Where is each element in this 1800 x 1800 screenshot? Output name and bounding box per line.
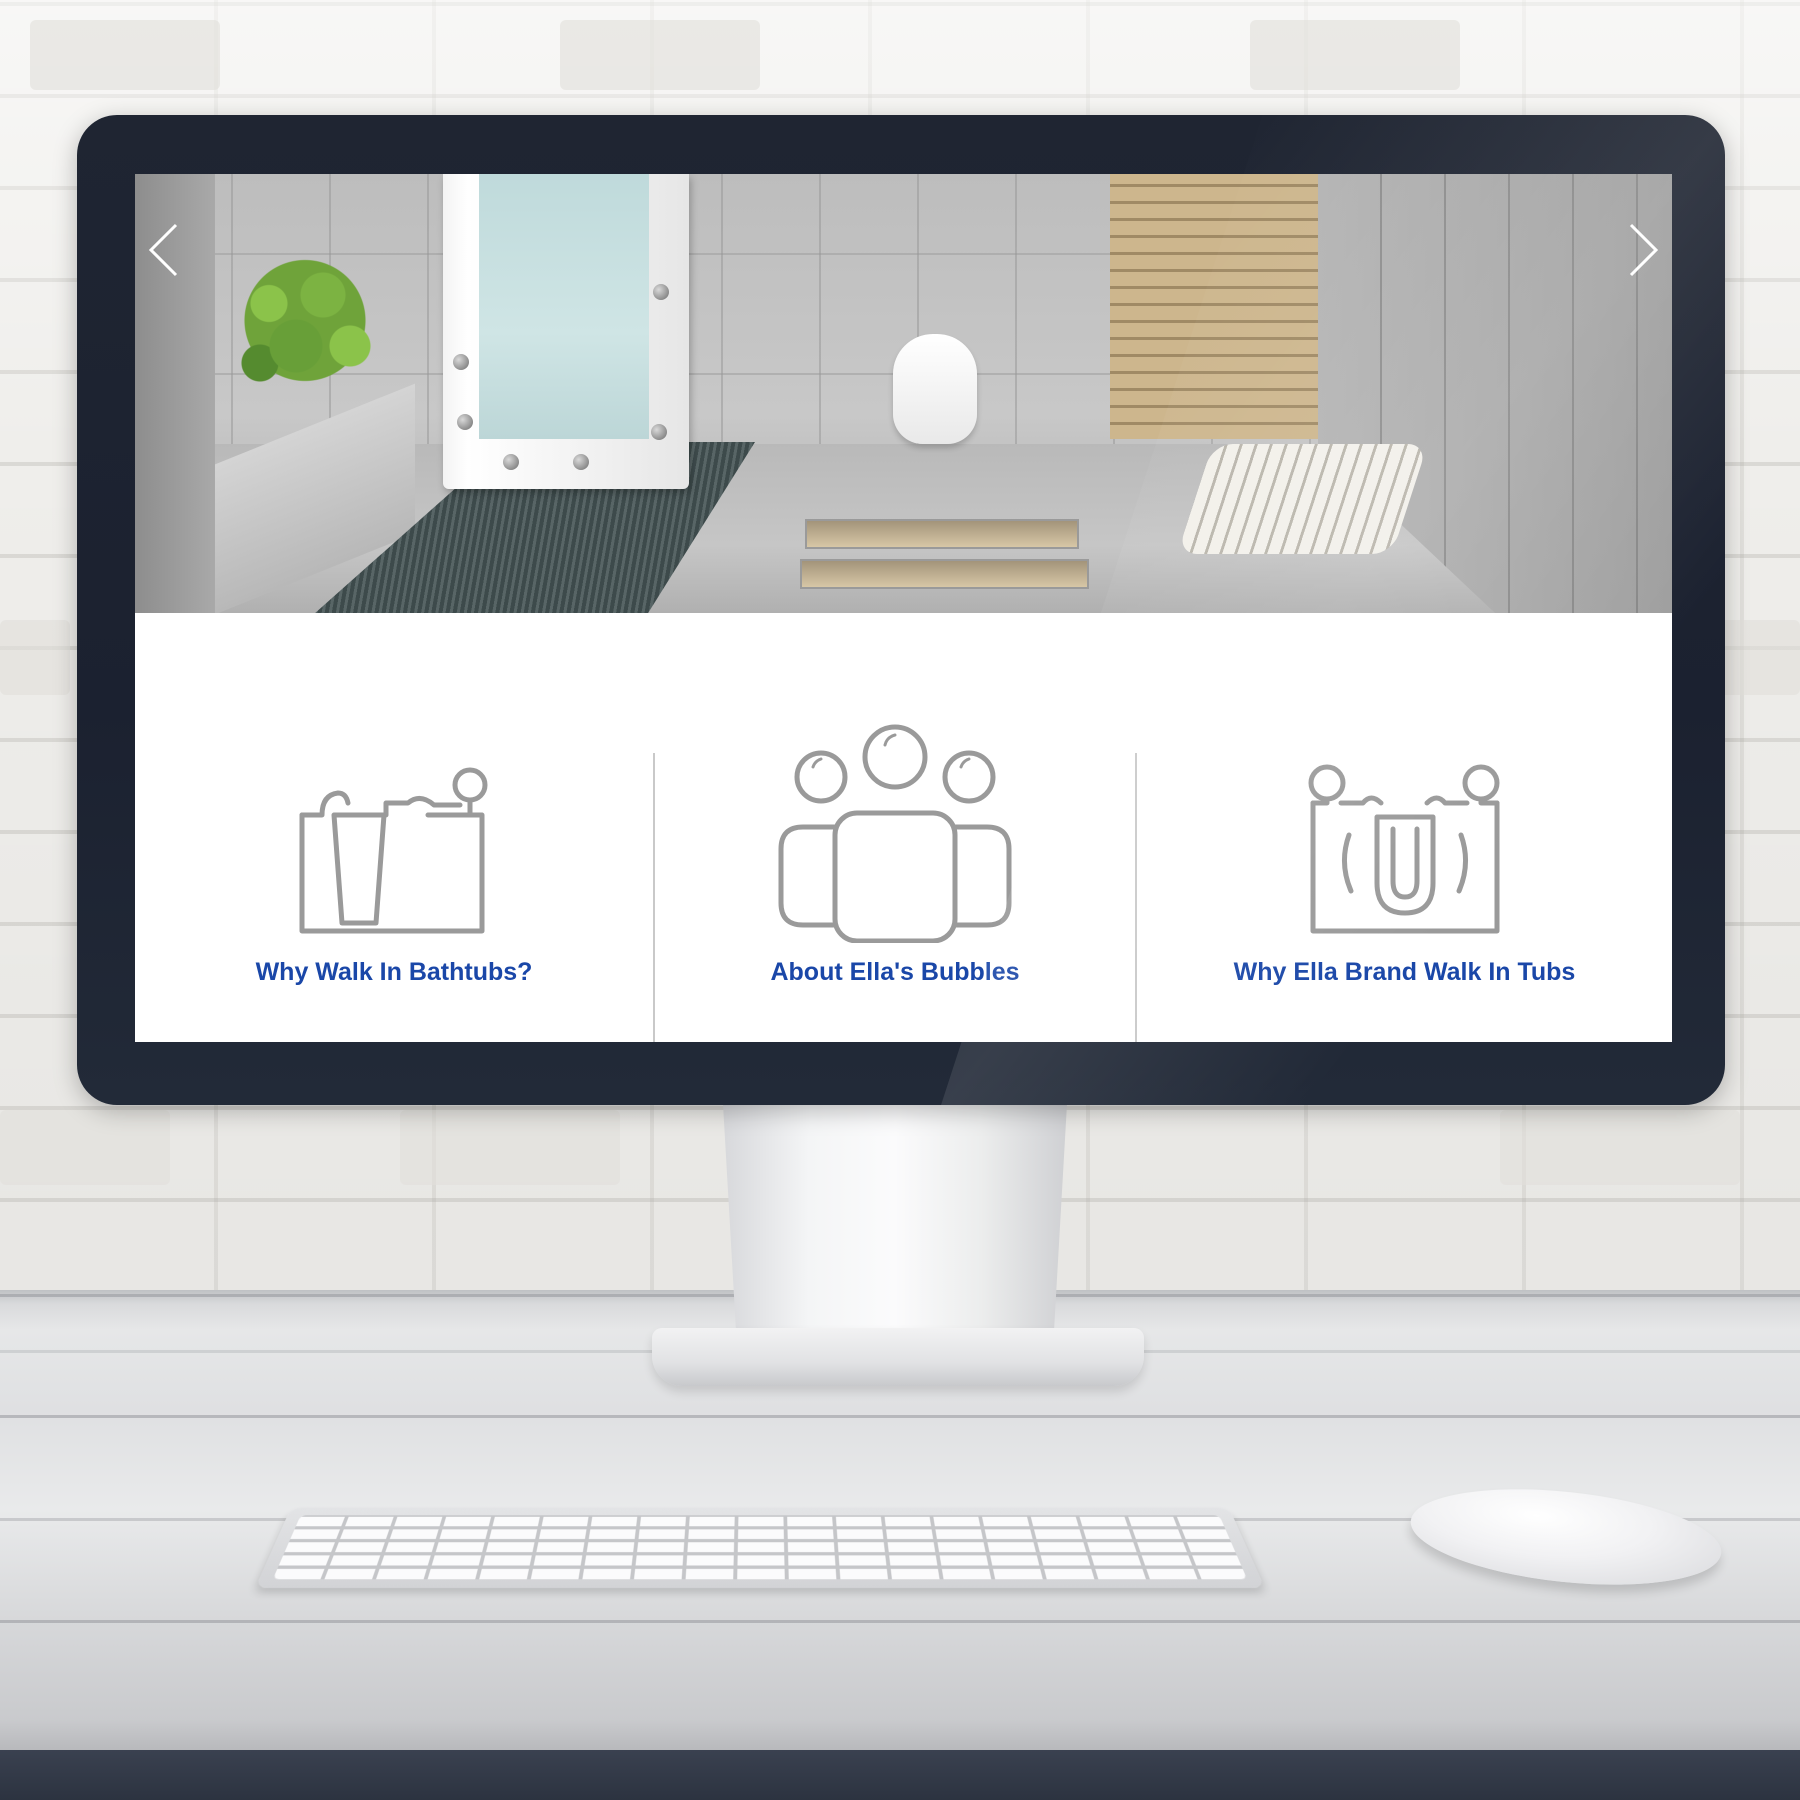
walk-in-tub-image [443,174,689,489]
keyboard [255,1507,1265,1588]
monitor-stand-neck [723,1104,1067,1344]
toilet-image [893,334,977,444]
feature-why-walk-in-bathtubs: Why Walk In Bathtubs? [135,613,653,1042]
features-section: Why Walk In Bathtubs? About Ella's Bubbl… [135,613,1672,1042]
chevron-left-icon [148,223,178,277]
slider-next-button[interactable] [1624,220,1664,280]
monitor: Why Walk In Bathtubs? About Ella's Bubbl… [77,115,1725,1105]
feature-about-ellas-bubbles: About Ella's Bubbles [655,613,1135,1042]
hero-slider [135,174,1672,613]
monitor-stand-base [652,1328,1144,1386]
website-screen: Why Walk In Bathtubs? About Ella's Bubbl… [135,174,1672,1042]
slider-prev-button[interactable] [143,220,183,280]
chevron-right-icon [1629,223,1659,277]
bubbles-group-icon [778,724,1012,943]
walk-in-bathtub-icon [299,767,488,934]
scene: Why Walk In Bathtubs? About Ella's Bubbl… [0,0,1800,1800]
why-ella-brand-walk-in-tubs-link[interactable]: Why Ella Brand Walk In Tubs [1137,958,1672,987]
plant-image [215,244,395,414]
why-walk-in-bathtubs-link[interactable]: Why Walk In Bathtubs? [135,958,653,987]
wood-panel [1110,174,1318,439]
desk-edge [0,1750,1800,1800]
feature-why-ella-brand-walk-in-tubs: Why Ella Brand Walk In Tubs [1137,613,1672,1042]
shower-bench-image [1177,444,1428,554]
double-seat-tub-icon [1308,764,1499,934]
about-ellas-bubbles-link[interactable]: About Ella's Bubbles [655,958,1135,987]
